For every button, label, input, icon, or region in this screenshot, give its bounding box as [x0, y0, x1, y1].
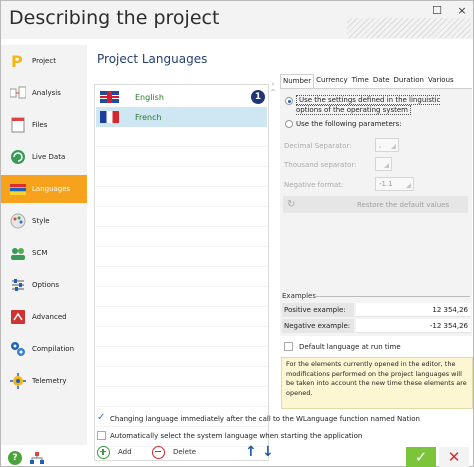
- language-name: English: [135, 92, 164, 102]
- negative-format-label: Negative format:: [284, 181, 344, 189]
- sidebar-item-analysis[interactable]: Analysis: [1, 79, 87, 107]
- thousand-separator-label: Thousand separator:: [284, 161, 357, 169]
- negative-example-label: Negative example:: [282, 319, 354, 333]
- network-icon[interactable]: [30, 452, 44, 464]
- scroll-right-icon[interactable]: ›: [269, 81, 277, 89]
- restore-defaults-button[interactable]: ↻ Restore the default values: [283, 196, 468, 213]
- changing-language-label: Changing language immediately after the …: [110, 415, 420, 423]
- sidebar-item-label: Advanced: [32, 313, 67, 321]
- title-decoration: [347, 18, 471, 38]
- main-language-badge: 1: [251, 90, 265, 104]
- examples-divider: [315, 296, 470, 297]
- decimal-separator-field[interactable]: ,: [375, 138, 399, 152]
- advanced-icon: [10, 309, 26, 325]
- sidebar-item-telemetry[interactable]: Telemetry: [1, 367, 87, 395]
- files-icon: [10, 117, 26, 133]
- sidebar-item-label: Style: [32, 217, 50, 225]
- default-language-checkbox[interactable]: [284, 342, 293, 351]
- svg-text:P: P: [11, 53, 23, 69]
- negative-example-row: Negative example: -12 354,26: [282, 319, 471, 333]
- language-name: French: [135, 112, 162, 122]
- positive-example-row: Positive example: 12 354,26: [282, 303, 471, 317]
- empty-rows: [96, 127, 268, 459]
- sidebar-item-label: Project: [32, 57, 56, 65]
- use-os-settings-label: Use the settings defined in the linguist…: [296, 95, 441, 115]
- tab-duration[interactable]: Duration: [392, 74, 426, 88]
- help-icon[interactable]: ?: [8, 451, 22, 465]
- sidebar-item-advanced[interactable]: Advanced: [1, 303, 87, 331]
- examples-title: Examples: [282, 292, 317, 300]
- page-title: Project Languages: [97, 52, 208, 66]
- style-icon: [10, 213, 26, 229]
- negative-format-field[interactable]: -1.1: [375, 177, 414, 191]
- sidebar-item-compilation[interactable]: Compilation: [1, 335, 87, 363]
- settings-tabs: Number Currency Time Date Duration Vario…: [280, 74, 474, 88]
- sidebar-item-label: SCM: [32, 249, 48, 257]
- analysis-icon: [9, 85, 27, 101]
- sidebar-item-label: Languages: [32, 185, 71, 193]
- checked-icon[interactable]: ✓: [97, 412, 105, 423]
- language-row-english[interactable]: English 1: [96, 87, 267, 107]
- use-params-radio[interactable]: [285, 120, 293, 128]
- cancel-button[interactable]: ✕: [439, 447, 469, 467]
- positive-example-value: 12 354,26: [356, 303, 471, 317]
- default-language-label: Default language at run time: [299, 343, 401, 351]
- positive-example-label: Positive example:: [282, 303, 354, 317]
- sidebar-item-files[interactable]: Files: [1, 111, 87, 139]
- use-params-label: Use the following parameters:: [296, 120, 402, 128]
- maximize-button[interactable]: ☐: [426, 4, 448, 18]
- tab-various[interactable]: Various: [426, 74, 456, 88]
- use-os-settings-radio[interactable]: [285, 97, 293, 105]
- sidebar-item-languages[interactable]: Languages: [1, 175, 87, 203]
- languages-icon: [10, 181, 26, 197]
- scroll-up-icon[interactable]: ^: [269, 89, 277, 97]
- negative-example-value: -12 354,26: [356, 319, 471, 333]
- sidebar: P Project Analysis Files Live Data Langu…: [1, 45, 87, 445]
- language-row-french[interactable]: French: [96, 107, 267, 127]
- sidebar-item-project[interactable]: P Project: [1, 47, 87, 75]
- footer: ? ✓ ✕: [1, 447, 473, 467]
- tab-time[interactable]: Time: [350, 74, 371, 88]
- decimal-separator-label: Decimal Separator:: [284, 142, 352, 150]
- sidebar-item-scm[interactable]: SCM: [1, 239, 87, 267]
- thousand-separator-field[interactable]: [375, 157, 392, 171]
- auto-select-checkbox[interactable]: [97, 431, 106, 440]
- tab-currency[interactable]: Currency: [314, 74, 350, 88]
- sidebar-item-label: Analysis: [32, 89, 61, 97]
- sidebar-item-live-data[interactable]: Live Data: [1, 143, 87, 171]
- sidebar-item-label: Files: [32, 121, 48, 129]
- ok-button[interactable]: ✓: [406, 447, 436, 467]
- list-scrollbar[interactable]: › ^: [269, 81, 277, 461]
- compilation-icon: [10, 341, 26, 357]
- sidebar-item-style[interactable]: Style: [1, 207, 87, 235]
- sidebar-item-label: Live Data: [32, 153, 66, 161]
- sidebar-item-options[interactable]: Options: [1, 271, 87, 299]
- restore-defaults-label: Restore the default values: [357, 200, 450, 209]
- auto-select-label: Automatically select the system language…: [110, 432, 363, 440]
- title-bar: Describing the project ☐ ×: [1, 1, 473, 39]
- telemetry-icon: [10, 373, 26, 389]
- refresh-icon: ↻: [287, 199, 296, 210]
- window-title: Describing the project: [9, 7, 220, 29]
- sidebar-item-label: Telemetry: [32, 377, 67, 385]
- options-icon: [10, 277, 26, 293]
- sidebar-item-label: Compilation: [32, 345, 75, 353]
- tab-date[interactable]: Date: [371, 74, 392, 88]
- close-button[interactable]: ×: [451, 4, 473, 18]
- live-data-icon: [10, 149, 26, 165]
- scm-icon: [10, 245, 26, 261]
- uk-flag-icon: [100, 91, 119, 103]
- info-note: For the elements currently opened in the…: [281, 357, 473, 409]
- dialog-window: Describing the project ☐ × P Project Ana…: [0, 0, 474, 467]
- tab-number[interactable]: Number: [280, 74, 315, 88]
- language-list[interactable]: English 1 French: [94, 84, 269, 461]
- project-icon: P: [10, 52, 26, 71]
- sidebar-item-label: Options: [32, 281, 60, 289]
- france-flag-icon: [100, 111, 119, 123]
